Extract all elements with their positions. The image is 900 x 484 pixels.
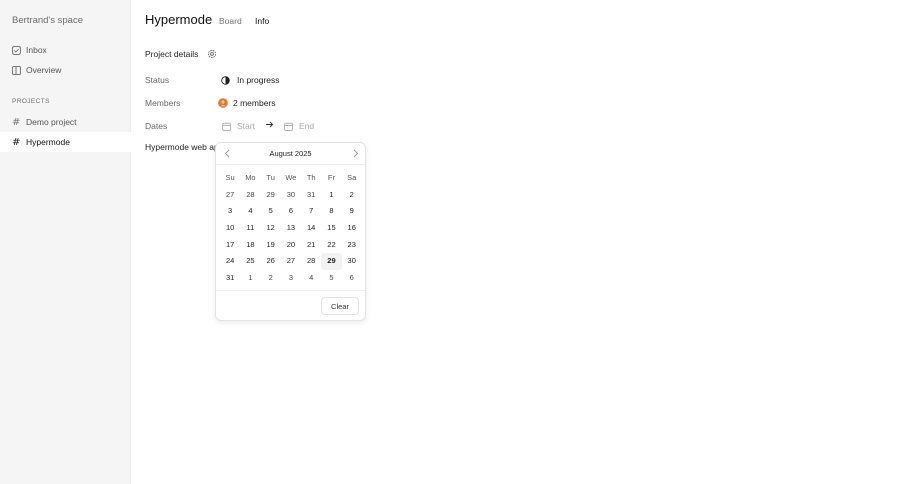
start-date-field[interactable]: Start (222, 121, 255, 131)
calendar-day[interactable]: 13 (281, 220, 301, 237)
calendar-icon (222, 122, 231, 131)
status-text: In progress (237, 75, 280, 85)
calendar-day[interactable]: 4 (240, 203, 260, 220)
tab-info[interactable]: Info (255, 16, 269, 26)
calendar-day[interactable]: 25 (240, 253, 260, 270)
arrow-right-icon (265, 120, 274, 129)
calendar-header: August 2025 (216, 143, 365, 165)
calendar-day[interactable]: 27 (220, 187, 240, 204)
dates-label: Dates (145, 121, 168, 131)
calendar-day[interactable]: 8 (321, 203, 341, 220)
calendar-day[interactable]: 3 (220, 203, 240, 220)
calendar-day[interactable]: 19 (261, 237, 281, 254)
sidebar-item-label: Overview (26, 65, 62, 75)
calendar-day[interactable]: 11 (240, 220, 260, 237)
calendar-day[interactable]: 5 (261, 203, 281, 220)
calendar-month-title: August 2025 (269, 149, 312, 158)
end-date-field[interactable]: End (284, 121, 314, 131)
status-label: Status (145, 75, 170, 85)
calendar-icon (284, 122, 293, 131)
chevron-right-icon[interactable] (350, 148, 361, 159)
sidebar-item-demo-project[interactable]: # Demo project (0, 112, 131, 132)
status-value[interactable]: In progress (221, 75, 280, 85)
calendar-day[interactable]: 30 (281, 187, 301, 204)
calendar-day[interactable]: 31 (301, 187, 321, 204)
progress-icon (221, 75, 230, 85)
calendar-day[interactable]: 20 (281, 237, 301, 254)
calendar-day[interactable]: 16 (342, 220, 362, 237)
members-text: 2 members (233, 98, 276, 108)
calendar-day[interactable]: 18 (240, 237, 260, 254)
weekday-header: Tu (266, 173, 275, 182)
calendar-day[interactable]: 26 (261, 253, 281, 270)
calendar-day[interactable]: 24 (220, 253, 240, 270)
calendar-day[interactable]: 17 (220, 237, 240, 254)
calendar-day[interactable]: 31 (220, 270, 240, 287)
calendar-day[interactable]: 12 (261, 220, 281, 237)
calendar-day-today[interactable]: 29 (321, 253, 342, 271)
calendar-day[interactable]: 23 (342, 237, 362, 254)
calendar-grid: Su Mo Tu We Th Fr Sa 27 28 29 30 31 1 2 3 4 5 6 7 8 9 10 11 12 1… (220, 170, 362, 287)
calendar-day[interactable]: 2 (342, 187, 362, 204)
tab-board[interactable]: Board (219, 16, 242, 26)
workspace-name[interactable]: Bertrand's space (12, 15, 83, 26)
calendar-day[interactable]: 3 (281, 270, 301, 287)
inbox-icon (12, 45, 21, 55)
weekday-header: Mo (245, 173, 256, 182)
calendar-day[interactable]: 9 (342, 203, 362, 220)
sidebar-item-label: Hypermode (26, 137, 70, 147)
calendar-day[interactable]: 10 (220, 220, 240, 237)
project-description[interactable]: Hypermode web ap (145, 142, 219, 152)
calendar-day[interactable]: 30 (342, 253, 362, 270)
calendar-day[interactable]: 29 (261, 187, 281, 204)
calendar-day[interactable]: 4 (301, 270, 321, 287)
start-date-placeholder: Start (237, 121, 255, 131)
page-title: Hypermode (145, 12, 213, 27)
avatar (218, 98, 228, 108)
sidebar-item-overview[interactable]: Overview (0, 60, 131, 80)
hash-icon: # (12, 116, 21, 128)
calendar-day[interactable]: 5 (321, 270, 341, 287)
calendar-day[interactable]: 15 (321, 220, 341, 237)
gear-icon[interactable] (207, 49, 217, 59)
calendar-day[interactable]: 1 (240, 270, 260, 287)
sidebar-item-hypermode[interactable]: # Hypermode (0, 132, 131, 152)
calendar-day[interactable]: 21 (301, 237, 321, 254)
sidebar-item-label: Demo project (26, 117, 77, 127)
members-label: Members (145, 98, 181, 108)
calendar-footer: Clear (216, 290, 365, 321)
sidebar-item-label: Inbox (26, 45, 47, 55)
sidebar-item-inbox[interactable]: Inbox (0, 40, 131, 60)
overview-icon (12, 65, 21, 75)
end-date-placeholder: End (299, 121, 315, 131)
weekday-header: Sa (347, 173, 357, 182)
members-value[interactable]: 2 members (218, 98, 276, 108)
projects-section-label: PROJECTS (12, 98, 50, 105)
sidebar: Bertrand's space Inbox Overview PROJECTS… (0, 0, 131, 484)
calendar-day[interactable]: 1 (321, 187, 341, 204)
hash-icon: # (12, 136, 21, 148)
clear-button[interactable]: Clear (321, 297, 359, 315)
calendar-day[interactable]: 28 (301, 253, 321, 270)
weekday-header: Su (225, 173, 235, 182)
calendar-day[interactable]: 27 (281, 253, 301, 270)
weekday-header: We (285, 173, 297, 182)
date-picker-popover: August 2025 Su Mo Tu We Th Fr Sa 27 28 29 30 31 1 2 3 4… (215, 142, 366, 321)
calendar-day[interactable]: 14 (301, 220, 321, 237)
calendar-day[interactable]: 6 (342, 270, 362, 287)
weekday-header: Fr (327, 173, 335, 182)
project-details-label: Project details (145, 49, 199, 59)
calendar-day[interactable]: 22 (321, 237, 341, 254)
calendar-day[interactable]: 7 (301, 203, 321, 220)
calendar-day[interactable]: 2 (261, 270, 281, 287)
weekday-header: Th (306, 173, 316, 182)
calendar-day[interactable]: 6 (281, 203, 301, 220)
project-details-heading: Project details (145, 49, 217, 59)
calendar-day[interactable]: 28 (240, 187, 260, 204)
